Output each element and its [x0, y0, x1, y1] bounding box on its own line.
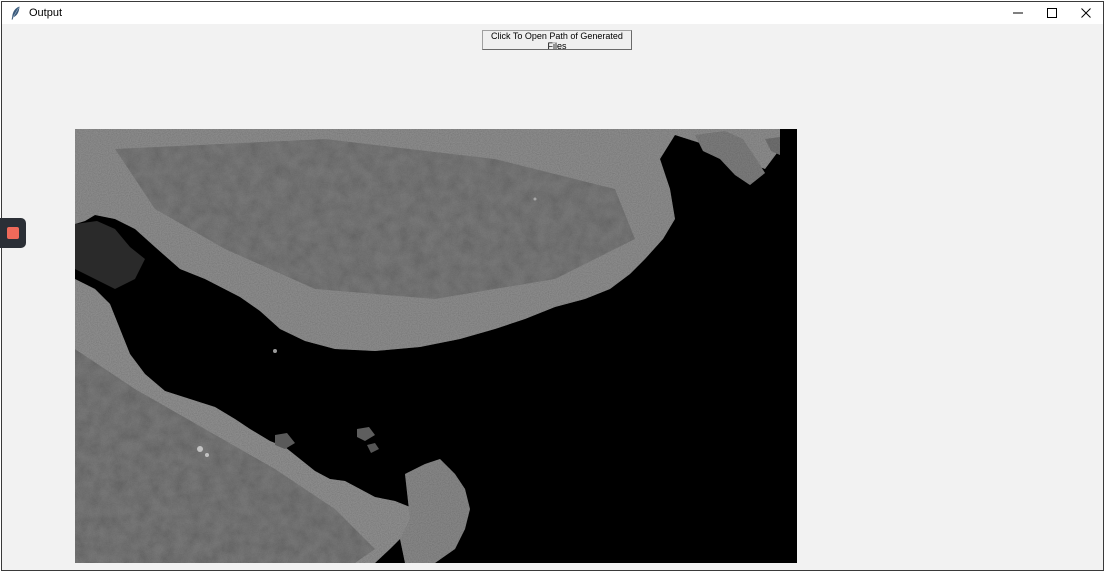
maximize-icon: [1047, 8, 1057, 18]
minimize-icon: [1013, 12, 1023, 14]
output-window: Output Click To Open Path of Generated F…: [1, 1, 1104, 571]
window-controls: [1001, 2, 1103, 24]
satellite-image-graphic: [75, 129, 797, 563]
open-path-button[interactable]: Click To Open Path of Generated Files: [482, 30, 632, 51]
title-bar[interactable]: Output: [2, 2, 1103, 24]
close-icon: [1081, 8, 1091, 18]
close-button[interactable]: [1069, 2, 1103, 24]
feather-icon: [8, 5, 24, 21]
window-content: Click To Open Path of Generated Files: [2, 24, 1103, 570]
satellite-image: [75, 129, 797, 563]
maximize-button[interactable]: [1035, 2, 1069, 24]
minimize-button[interactable]: [1001, 2, 1035, 24]
window-title: Output: [29, 7, 63, 19]
stop-widget[interactable]: [0, 218, 26, 248]
stop-icon: [7, 227, 19, 239]
